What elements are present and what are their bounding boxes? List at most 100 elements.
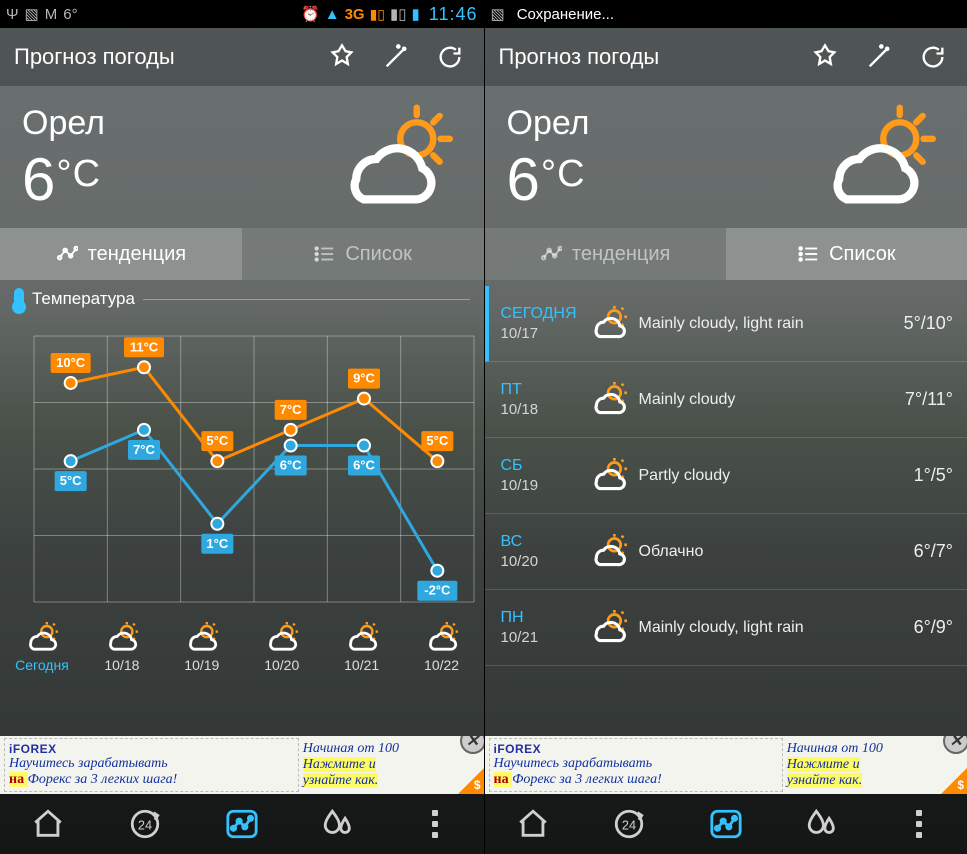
status-bar: ▧ Сохранение... [485, 0, 967, 28]
ad-banner[interactable]: iFOREX Научитесь зарабатывать на Форекс … [485, 736, 967, 794]
cloud-sun-icon [579, 534, 639, 570]
svg-text:9°C: 9°C [353, 371, 375, 386]
ad-r1: Начиная от 100 [303, 741, 476, 757]
tab-list[interactable]: Список [242, 228, 484, 280]
nav-more[interactable] [871, 794, 967, 854]
tab-list-label: Список [345, 243, 412, 266]
bottom-nav: 24 [0, 794, 484, 854]
refresh-button[interactable] [430, 43, 470, 71]
saving-indicator: Сохранение... [517, 6, 614, 23]
ad-line1: Научитесь зарабатывать [9, 756, 294, 772]
svg-text:24: 24 [138, 818, 152, 833]
day-strip: Сегодня 10/18 10/19 10/20 10/21 10/22 [0, 618, 484, 679]
forecast-row[interactable]: ПН 10/21 Mainly cloudy, light rain 6°/9° [485, 590, 967, 666]
tab-trend-label: тенденция [88, 243, 186, 266]
forecast-dow: ПН [501, 609, 579, 627]
svg-text:-2°C: -2°C [424, 583, 451, 598]
ad-banner[interactable]: iFOREX Научитесь зарабатывать на Форекс … [0, 736, 484, 794]
signal-1-icon: ▮▯ [370, 6, 385, 23]
nav-home[interactable] [0, 794, 97, 854]
tab-trend[interactable]: тенденция [485, 228, 726, 280]
svg-text:5°C: 5°C [426, 433, 448, 448]
day-column[interactable]: Сегодня [2, 622, 82, 673]
premium-button[interactable] [322, 43, 362, 71]
forecast-desc: Mainly cloudy, light rain [639, 314, 904, 333]
forecast-date: 10/20 [501, 553, 579, 570]
magic-button[interactable] [859, 43, 899, 71]
day-label: 10/19 [184, 657, 219, 673]
nav-precip[interactable] [290, 794, 387, 854]
nav-24h[interactable]: 24 [581, 794, 678, 854]
cloud-sun-icon [579, 306, 639, 342]
cloud-sun-icon [260, 622, 304, 654]
tab-list-label: Список [829, 243, 896, 266]
city-name: Орел [22, 104, 322, 143]
tab-list[interactable]: Список [726, 228, 967, 280]
nav-precip[interactable] [774, 794, 871, 854]
cloud-sun-icon [340, 622, 384, 654]
magic-button[interactable] [376, 43, 416, 71]
nav-more[interactable] [387, 794, 484, 854]
clock: 11:46 [429, 4, 478, 25]
bottom-nav: 24 [485, 794, 967, 854]
nav-trend[interactable] [193, 794, 290, 854]
nav-24h[interactable]: 24 [97, 794, 194, 854]
svg-text:5°C: 5°C [206, 433, 228, 448]
forecast-date: 10/18 [501, 401, 579, 418]
forecast-date: 10/17 [501, 325, 579, 342]
svg-text:10°C: 10°C [56, 355, 86, 370]
nav-home[interactable] [485, 794, 582, 854]
phone-screenshot-list: ▧ Сохранение... Прогноз погоды Орел 6°C [484, 0, 967, 854]
svg-text:7°C: 7°C [280, 402, 302, 417]
forecast-dow: ПТ [501, 381, 579, 399]
svg-text:11°C: 11°C [130, 339, 159, 354]
day-label: 10/21 [344, 657, 379, 673]
forecast-row[interactable]: СЕГОДНЯ 10/17 Mainly cloudy, light rain … [485, 286, 967, 362]
forecast-temps: 5°/10° [904, 313, 953, 334]
forecast-row[interactable]: СБ 10/19 Partly cloudy 1°/5° [485, 438, 967, 514]
refresh-button[interactable] [913, 43, 953, 71]
view-tabs: тенденция Список [0, 228, 484, 280]
cloud-sun-icon [579, 382, 639, 418]
nav-trend[interactable] [678, 794, 775, 854]
view-tabs: тенденция Список [485, 228, 967, 280]
forecast-row[interactable]: ПТ 10/18 Mainly cloudy 7°/11° [485, 362, 967, 438]
forecast-row[interactable]: ВС 10/20 Облачно 6°/7° [485, 514, 967, 590]
ad-r1: Начиная от 100 [787, 741, 959, 757]
promo-corner-icon[interactable] [941, 768, 967, 794]
forecast-dow: СБ [501, 457, 579, 475]
forecast-temps: 7°/11° [905, 389, 953, 410]
app-bar: Прогноз погоды [485, 28, 967, 86]
phone-screenshot-trend: Ψ ▧ M 6° ⏰ ▲ 3G ▮▯ ▮▯ ▮ 11:46 Прогноз по… [0, 0, 484, 854]
usb-icon: Ψ [6, 6, 19, 23]
forecast-dow: СЕГОДНЯ [501, 305, 579, 323]
day-column[interactable]: 10/18 [82, 622, 162, 673]
premium-button[interactable] [805, 43, 845, 71]
app-title: Прогноз погоды [14, 44, 175, 70]
current-temp: 6°C [22, 145, 322, 214]
forecast-desc: Mainly cloudy, light rain [639, 618, 914, 637]
day-label: Сегодня [15, 657, 69, 673]
forecast-date: 10/19 [501, 477, 579, 494]
svg-text:5°C: 5°C [60, 473, 82, 488]
app-title: Прогноз погоды [499, 44, 660, 70]
forecast-temps: 6°/9° [914, 617, 953, 638]
day-column[interactable]: 10/19 [162, 622, 242, 673]
temp-badge: 6° [63, 6, 77, 23]
tab-trend[interactable]: тенденция [0, 228, 242, 280]
day-label: 10/18 [104, 657, 139, 673]
signal-2-icon: ▮▯ [390, 5, 407, 23]
forecast-temps: 6°/7° [914, 541, 953, 562]
cloud-sun-icon [579, 610, 639, 646]
app-bar: Прогноз погоды [0, 28, 484, 86]
temperature-chart: Температура 10°C11°C5°C7°C9°C5°C5°C7°C1°… [0, 280, 484, 616]
current-weather: Орел 6°C [0, 86, 484, 228]
day-column[interactable]: 10/20 [242, 622, 322, 673]
day-column[interactable]: 10/21 [322, 622, 402, 673]
day-column[interactable]: 10/22 [402, 622, 482, 673]
cloud-sun-icon [579, 458, 639, 494]
network-indicator: 3G [345, 6, 365, 23]
forecast-date: 10/21 [501, 629, 579, 646]
cloud-sun-icon [100, 622, 144, 654]
promo-corner-icon[interactable] [458, 768, 484, 794]
